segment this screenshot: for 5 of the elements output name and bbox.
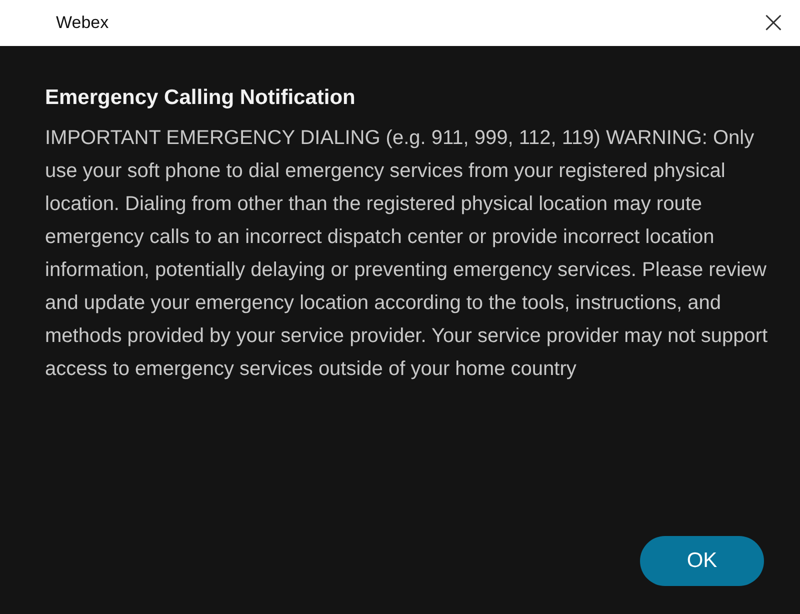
warning-message: IMPORTANT EMERGENCY DIALING (e.g. 911, 999, 112, 119) WARNING: Only use your soft phone to dial emergency services from your registered physical location. Dialing from other than the registered physical location may route emergency calls to an incorrect dispatch center or provide incorrect location information, potentially delaying or preventing emergency services. Please review and update your emergency location according to the tools, instructions, and methods provided by your service provider. Your service provider may not support access to emergency services outside of your home country: [45, 126, 769, 382]
ok-button[interactable]: OK: [640, 536, 764, 586]
window-title: Webex: [56, 13, 109, 33]
dialog-heading: Emergency Calling Notification: [45, 86, 356, 110]
close-button[interactable]: ×: [754, 8, 792, 38]
